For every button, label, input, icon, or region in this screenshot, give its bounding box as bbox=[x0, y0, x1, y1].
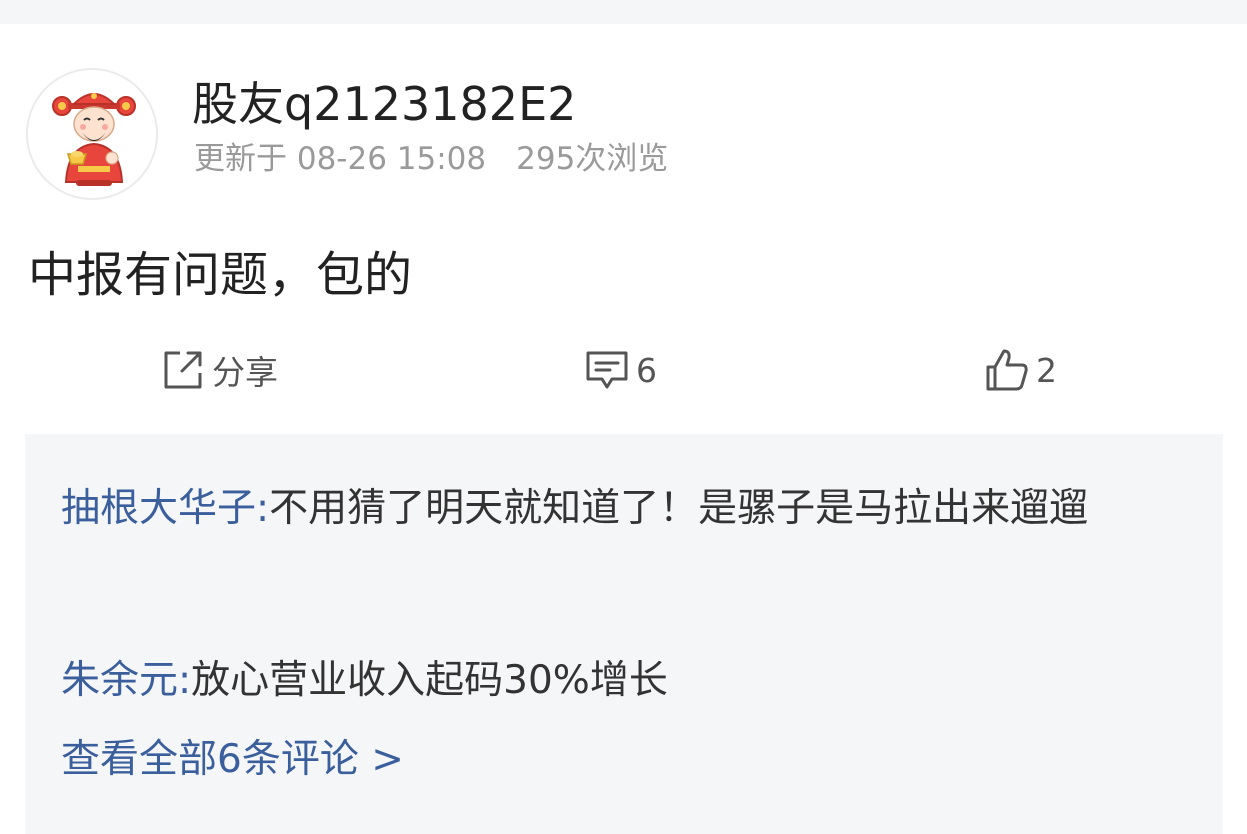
like-button[interactable]: 2 bbox=[982, 344, 1057, 396]
comment-button[interactable]: 6 bbox=[582, 344, 657, 396]
comment-item: 抽根大华子:不用猜了明天就知道了！是骡子是马拉出来遛遛 bbox=[61, 464, 1191, 554]
comment-count: 6 bbox=[636, 350, 657, 390]
post-content: 中报有问题，包的 bbox=[28, 247, 413, 303]
like-count: 2 bbox=[1036, 350, 1057, 390]
god-of-wealth-avatar-icon bbox=[52, 93, 136, 186]
thumbs-up-icon bbox=[982, 345, 1032, 395]
share-label: 分享 bbox=[212, 353, 278, 392]
share-icon bbox=[158, 345, 208, 395]
username[interactable]: 股友q2123182E2 bbox=[192, 76, 576, 132]
share-button[interactable]: 分享 bbox=[158, 344, 278, 396]
comment-text: 不用猜了明天就知道了！是骡子是马拉出来遛遛 bbox=[269, 486, 1089, 531]
post-card: 股友q2123182E2 更新于 08-26 15:08 295次浏览 中报有问题… bbox=[0, 24, 1247, 834]
post-meta: 更新于 08-26 15:08 295次浏览 bbox=[194, 140, 668, 178]
comment-author[interactable]: 抽根大华子: bbox=[61, 486, 269, 531]
comment-preview-panel: 抽根大华子:不用猜了明天就知道了！是骡子是马拉出来遛遛 朱余元:放心营业收入起码… bbox=[25, 434, 1223, 834]
view-all-comments-link[interactable]: 查看全部6条评论 > bbox=[61, 734, 404, 786]
comment-icon bbox=[582, 345, 632, 395]
top-divider-strip bbox=[0, 0, 1247, 24]
view-count: 295次浏览 bbox=[516, 141, 669, 177]
updated-time: 更新于 08-26 15:08 bbox=[194, 141, 487, 177]
avatar[interactable] bbox=[26, 68, 158, 200]
comment-author[interactable]: 朱余元: bbox=[61, 658, 191, 703]
comment-item: 朱余元:放心营业收入起码30%增长 bbox=[61, 644, 1191, 718]
comment-text: 放心营业收入起码30%增长 bbox=[191, 658, 668, 703]
